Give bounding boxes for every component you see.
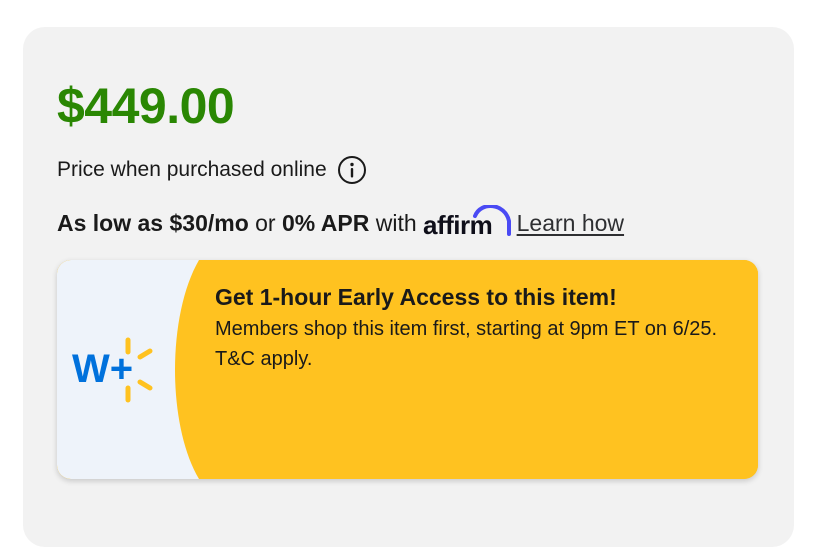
financing-or: or bbox=[255, 210, 276, 236]
promo-body: Members shop this item first, starting a… bbox=[215, 318, 718, 370]
price-note-text: Price when purchased online bbox=[57, 158, 327, 181]
early-access-banner[interactable]: W+ Get 1-hour Early Access to this item!… bbox=[57, 260, 758, 479]
svg-text:W+: W+ bbox=[72, 347, 133, 391]
svg-text:affirm: affirm bbox=[423, 210, 492, 240]
financing-offer: As low as $30/mo or 0% APR with affirm L… bbox=[57, 204, 624, 241]
product-price: $449.00 bbox=[57, 78, 235, 134]
info-icon[interactable] bbox=[337, 155, 367, 185]
financing-monthly: As low as $30/mo bbox=[57, 210, 249, 236]
learn-how-link[interactable]: Learn how bbox=[517, 205, 624, 241]
promo-title: Get 1-hour Early Access to this item! bbox=[215, 284, 617, 310]
financing-with: with bbox=[375, 210, 417, 236]
price-note: Price when purchased online bbox=[57, 155, 367, 185]
financing-apr: 0% APR bbox=[281, 210, 370, 236]
affirm-logo: affirm bbox=[423, 204, 513, 241]
walmart-plus-icon: W+ bbox=[72, 330, 162, 410]
